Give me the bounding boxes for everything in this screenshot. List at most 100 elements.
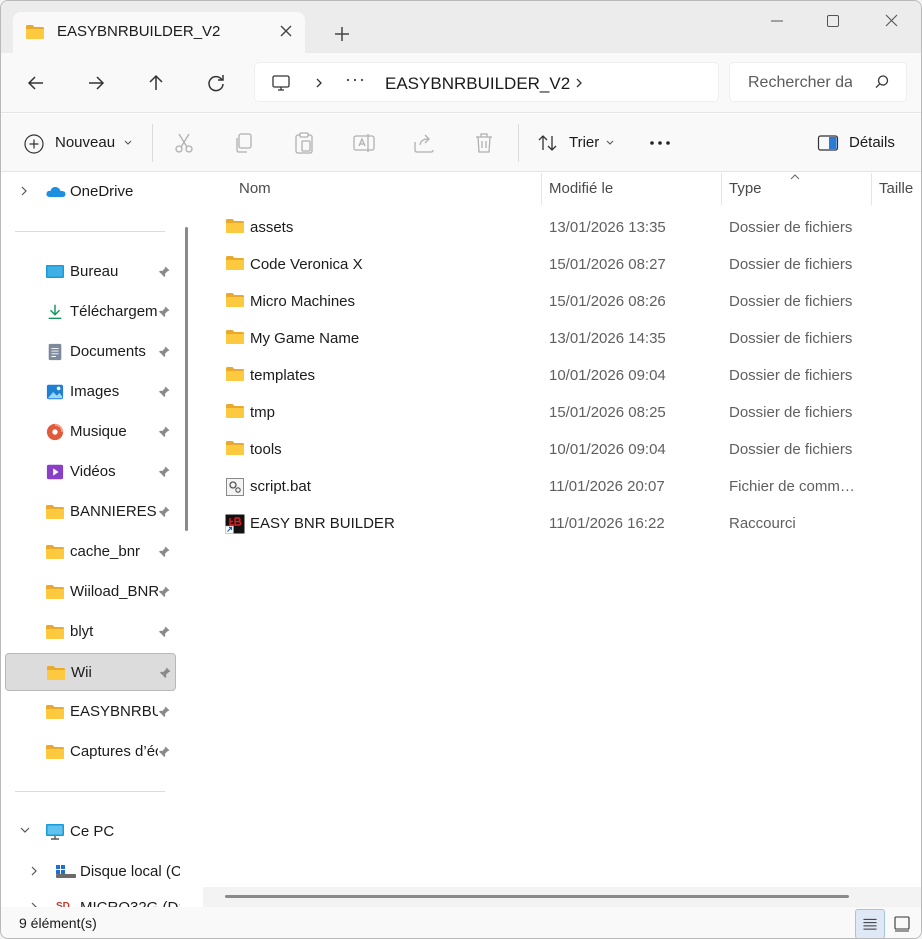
- folder-icon: [45, 543, 65, 561]
- sidebar-item-wii[interactable]: Wii: [5, 653, 176, 691]
- pin-icon[interactable]: [157, 465, 171, 479]
- pin-icon[interactable]: [157, 625, 171, 639]
- this-pc-icon[interactable]: [271, 73, 291, 93]
- more-options-icon[interactable]: [645, 128, 675, 158]
- chevron-right-icon[interactable]: [573, 75, 585, 91]
- sidebar-item-cache-bnr[interactable]: cache_bnr: [5, 533, 176, 571]
- table-row[interactable]: EASY BNR BUILDER 11/01/2026 16:22 Raccourc…: [217, 505, 917, 542]
- sidebar-item-sd-card[interactable]: SD MICRO32G (D:): [5, 889, 180, 907]
- sidebar-item-musique[interactable]: Musique: [5, 413, 176, 451]
- pin-icon[interactable]: [157, 585, 171, 599]
- plus-icon: [24, 134, 44, 154]
- sidebar-scrollbar[interactable]: [185, 227, 188, 531]
- table-row[interactable]: templates 10/01/2026 09:04 Dossier de fich…: [217, 357, 917, 394]
- folder-icon: [25, 24, 45, 40]
- pin-icon[interactable]: [157, 745, 171, 759]
- column-divider[interactable]: [721, 173, 722, 205]
- pin-icon[interactable]: [157, 305, 171, 319]
- column-header-size[interactable]: Taille: [873, 173, 921, 205]
- up-arrow-icon[interactable]: [141, 68, 171, 98]
- back-arrow-icon[interactable]: [21, 68, 51, 98]
- table-row[interactable]: assets 13/01/2026 13:35 Dossier de fichier…: [217, 209, 917, 246]
- table-row[interactable]: Code Veronica X 15/01/2026 08:27 Dossier d…: [217, 246, 917, 283]
- new-button[interactable]: Nouveau: [15, 126, 141, 160]
- folder-icon: [45, 623, 65, 641]
- share-icon[interactable]: [411, 130, 437, 156]
- paste-icon[interactable]: [291, 130, 317, 156]
- address-bar[interactable]: ··· EASYBNRBUILDER_V2: [254, 62, 719, 102]
- sidebar-item-t-l-chargements[interactable]: Téléchargements: [5, 293, 176, 331]
- column-header-type[interactable]: Type: [723, 173, 869, 205]
- sidebar-item-label: Ce PC: [70, 823, 115, 840]
- table-row[interactable]: tmp 15/01/2026 08:25 Dossier de fichiers: [217, 394, 917, 431]
- file-type: Dossier de fichiers: [729, 293, 853, 310]
- column-header-name[interactable]: Nom: [233, 173, 533, 205]
- file-modified-date: 13/01/2026 14:35: [549, 330, 666, 347]
- new-tab-button[interactable]: [329, 21, 355, 47]
- forward-arrow-icon[interactable]: [81, 68, 111, 98]
- sidebar-item-bannieres-channels[interactable]: BANNIERES CHANNELS: [5, 493, 176, 531]
- large-icons-view-button[interactable]: [887, 909, 917, 939]
- details-view-button[interactable]: [855, 909, 885, 939]
- sidebar-item-label: Wiiload_BNR: [70, 583, 158, 600]
- sidebar-item-this-pc[interactable]: Ce PC: [5, 813, 176, 851]
- close-tab-icon[interactable]: [275, 20, 297, 42]
- sort-icon: [538, 135, 557, 151]
- refresh-icon[interactable]: [201, 68, 231, 98]
- file-name: EASY BNR BUILDER: [250, 515, 395, 532]
- chevron-down-icon[interactable]: [19, 825, 31, 835]
- pin-icon[interactable]: [157, 425, 171, 439]
- column-header-label: Modifié le: [549, 180, 614, 197]
- chevron-right-icon[interactable]: [29, 865, 39, 877]
- table-row[interactable]: script.bat 11/01/2026 20:07 Fichier de com…: [217, 468, 917, 505]
- chevron-right-icon[interactable]: [19, 185, 29, 197]
- details-pane-button[interactable]: Détails: [811, 126, 911, 160]
- sidebar-item-images[interactable]: Images: [5, 373, 176, 411]
- sidebar-item-wiiload-bnr[interactable]: Wiiload_BNR: [5, 573, 176, 611]
- tab-active[interactable]: EASYBNRBUILDER_V2: [13, 12, 305, 53]
- pin-icon[interactable]: [158, 666, 172, 680]
- rename-icon[interactable]: [351, 130, 377, 156]
- folder-icon: [45, 583, 65, 601]
- file-name: templates: [250, 367, 316, 384]
- explorer-window: EASYBNRBUILDER_V2 ··· EASYBNRBUILDER_V2 …: [0, 0, 922, 939]
- cut-icon[interactable]: [171, 130, 197, 156]
- table-row[interactable]: tools 10/01/2026 09:04 Dossier de fichiers: [217, 431, 917, 468]
- table-row[interactable]: My Game Name 13/01/2026 14:35 Dossier de f…: [217, 320, 917, 357]
- minimize-button[interactable]: [757, 7, 797, 35]
- column-divider[interactable]: [871, 173, 872, 205]
- column-divider[interactable]: [541, 173, 542, 205]
- table-row[interactable]: Micro Machines 15/01/2026 08:26 Dossier de…: [217, 283, 917, 320]
- search-input[interactable]: Rechercher dans EASYBNRBUILDER_V2: [748, 74, 852, 92]
- pin-icon[interactable]: [157, 705, 171, 719]
- horizontal-scrollbar[interactable]: [203, 887, 921, 907]
- sidebar-item-documents[interactable]: Documents: [5, 333, 176, 371]
- column-header-modified[interactable]: Modifié le: [543, 173, 719, 205]
- maximize-button[interactable]: [813, 7, 853, 35]
- sidebar-item-bureau[interactable]: Bureau: [5, 253, 176, 291]
- copy-icon[interactable]: [231, 130, 257, 156]
- folder-icon: [45, 703, 65, 721]
- delete-icon[interactable]: [471, 130, 497, 156]
- sidebar-item-easybnrbuilder-v2[interactable]: EASYBNRBUILDER_V2: [5, 693, 176, 731]
- scrollbar-thumb[interactable]: [225, 895, 849, 898]
- sort-button[interactable]: Trier: [531, 126, 623, 160]
- pin-icon[interactable]: [157, 385, 171, 399]
- search-box[interactable]: Rechercher dans EASYBNRBUILDER_V2: [729, 62, 907, 102]
- sidebar-item-vid-os[interactable]: Vidéos: [5, 453, 176, 491]
- close-window-button[interactable]: [871, 7, 911, 35]
- search-icon[interactable]: [874, 74, 890, 90]
- pin-icon[interactable]: [157, 545, 171, 559]
- pin-icon[interactable]: [157, 345, 171, 359]
- breadcrumb-overflow[interactable]: ···: [345, 69, 366, 90]
- file-name: script.bat: [250, 478, 311, 495]
- breadcrumb-current[interactable]: EASYBNRBUILDER_V2: [385, 74, 570, 94]
- pin-icon[interactable]: [157, 505, 171, 519]
- new-button-label: Nouveau: [55, 134, 116, 151]
- sidebar-item-local-disk[interactable]: Disque local (C:): [5, 853, 180, 891]
- sidebar-item-blyt[interactable]: blyt: [5, 613, 176, 651]
- sidebar-item-onedrive[interactable]: OneDrive: [5, 173, 176, 211]
- pin-icon[interactable]: [157, 265, 171, 279]
- chevron-right-icon[interactable]: [313, 75, 325, 91]
- sidebar-item-captures-d-cran[interactable]: Captures d’écran: [5, 733, 176, 771]
